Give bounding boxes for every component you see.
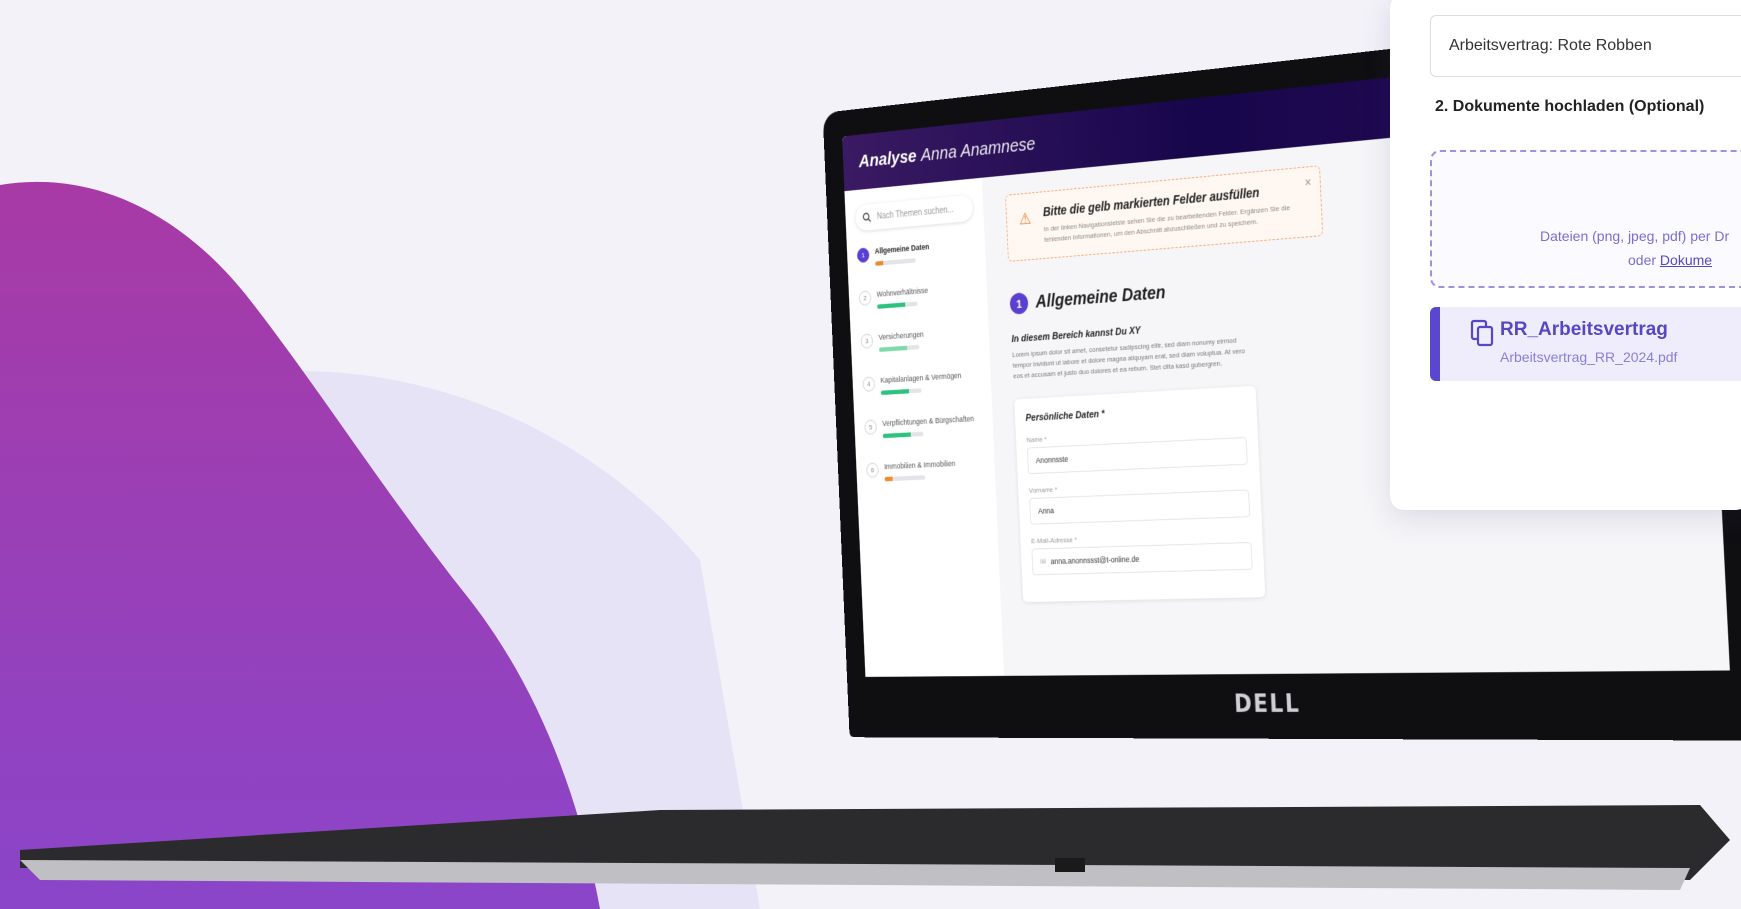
copy-document-icon (1470, 319, 1494, 347)
uploaded-file-item[interactable]: RR_Arbeitsvertrag Arbeitsvertrag_RR_2024… (1430, 307, 1741, 381)
firstname-field[interactable]: Anna (1029, 489, 1251, 525)
step-progress-bar (882, 431, 924, 439)
sidebar-step[interactable]: 6 Immobilien & Immobilien (866, 458, 985, 482)
step-body: Wohnverhältnisse (876, 286, 928, 309)
brand-logo: DELL (1233, 690, 1301, 719)
step-progress-bar (880, 388, 922, 396)
warning-icon: ⚠ (1018, 209, 1032, 229)
document-title-value: Arbeitsvertrag: Rote Robben (1449, 37, 1652, 54)
file-name: RR_Arbeitsvertrag (1500, 319, 1668, 340)
file-dropzone[interactable]: Dateien (png, jpeg, pdf) per Dr oder Dok… (1430, 150, 1741, 288)
personal-data-card: Persönliche Daten * Name * Anonnsste Vor… (1014, 385, 1266, 603)
sidebar: Nach Themen suchen... 1 Allgemeine Daten 2… (844, 177, 1005, 677)
warning-alert: ⚠ Bitte die gelb markierten Felder ausfü… (1005, 165, 1324, 262)
step-number: 3 (860, 333, 874, 349)
sidebar-step[interactable]: 1 Allgemeine Daten (856, 238, 975, 267)
sidebar-step[interactable]: 2 Wohnverhältnisse (858, 282, 977, 310)
name-value: Anonnsste (1035, 454, 1069, 465)
app-title-light: Anna Anamnese (920, 133, 1036, 166)
step-progress-fill (880, 389, 910, 396)
email-value: anna.anonnssst@t-online.de (1050, 554, 1140, 566)
app-title-bold: Analyse (858, 145, 917, 172)
step-progress-fill (882, 432, 912, 439)
sidebar-step[interactable]: 5 Verpflichtungen & Bürgschaften (864, 414, 983, 439)
browse-documents-link[interactable]: Dokume (1660, 252, 1712, 268)
step-progress-bar (875, 258, 916, 266)
step-body: Allgemeine Daten (875, 242, 930, 266)
dropzone-alt-text: oder Dokume (1628, 252, 1712, 268)
document-title-input[interactable]: Arbeitsvertrag: Rote Robben (1430, 15, 1741, 77)
card-title: Persönliche Daten * (1025, 408, 1105, 424)
close-icon[interactable]: × (1304, 174, 1312, 189)
search-input[interactable]: Nach Themen suchen... (854, 194, 974, 232)
step-number: 5 (864, 419, 878, 435)
step-progress-fill (877, 302, 906, 309)
section-number: 1 (1009, 292, 1029, 315)
step-label: Immobilien & Immobilien (883, 458, 956, 471)
dropzone-text: Dateien (png, jpeg, pdf) per Dr (1540, 228, 1730, 244)
step-label: Versicherungen (878, 329, 924, 342)
step-label: Wohnverhältnisse (876, 285, 929, 299)
step-number: 4 (862, 376, 876, 392)
sidebar-step[interactable]: 4 Kapitalanlagen & Vermögen (862, 370, 980, 396)
step-progress-fill (878, 345, 908, 352)
step-progress-bar (878, 344, 920, 352)
search-placeholder: Nach Themen suchen... (876, 204, 954, 222)
firstname-value: Anna (1037, 506, 1055, 516)
step-progress-bar (877, 301, 918, 309)
step-label: Kapitalanlagen & Vermögen (880, 370, 962, 385)
step-progress-bar (884, 475, 926, 482)
sidebar-step[interactable]: 3 Versicherungen (860, 326, 979, 353)
step-progress-fill (884, 476, 893, 482)
step-body: Versicherungen (878, 330, 924, 352)
file-filename: Arbeitsvertrag_RR_2024.pdf (1500, 349, 1678, 365)
upload-step-label: 2. Dokumente hochladen (Optional) (1435, 98, 1705, 115)
step-body: Kapitalanlagen & Vermögen (880, 370, 962, 396)
step-label: Verpflichtungen & Bürgschaften (882, 414, 975, 428)
upload-panel: Arbeitsvertrag: Rote Robben 2. Dokumente… (1390, 0, 1741, 510)
name-field[interactable]: Anonnsste (1026, 436, 1248, 475)
step-number: 6 (866, 462, 879, 478)
step-number: 1 (856, 247, 870, 264)
step-label: Allgemeine Daten (874, 242, 930, 256)
section-title: Allgemeine Daten (1035, 282, 1166, 312)
dropzone-or: oder (1628, 252, 1660, 268)
step-list: 1 Allgemeine Daten 2 Wohnverhältnisse 3 Versi… (856, 238, 985, 482)
step-progress-fill (875, 260, 884, 266)
mail-icon: ✉ (1040, 556, 1047, 566)
step-body: Immobilien & Immobilien (883, 458, 956, 482)
step-number: 2 (858, 290, 872, 306)
search-icon (862, 212, 871, 223)
email-field[interactable]: ✉ anna.anonnssst@t-online.de (1031, 542, 1253, 576)
step-body: Verpflichtungen & Bürgschaften (882, 414, 975, 439)
